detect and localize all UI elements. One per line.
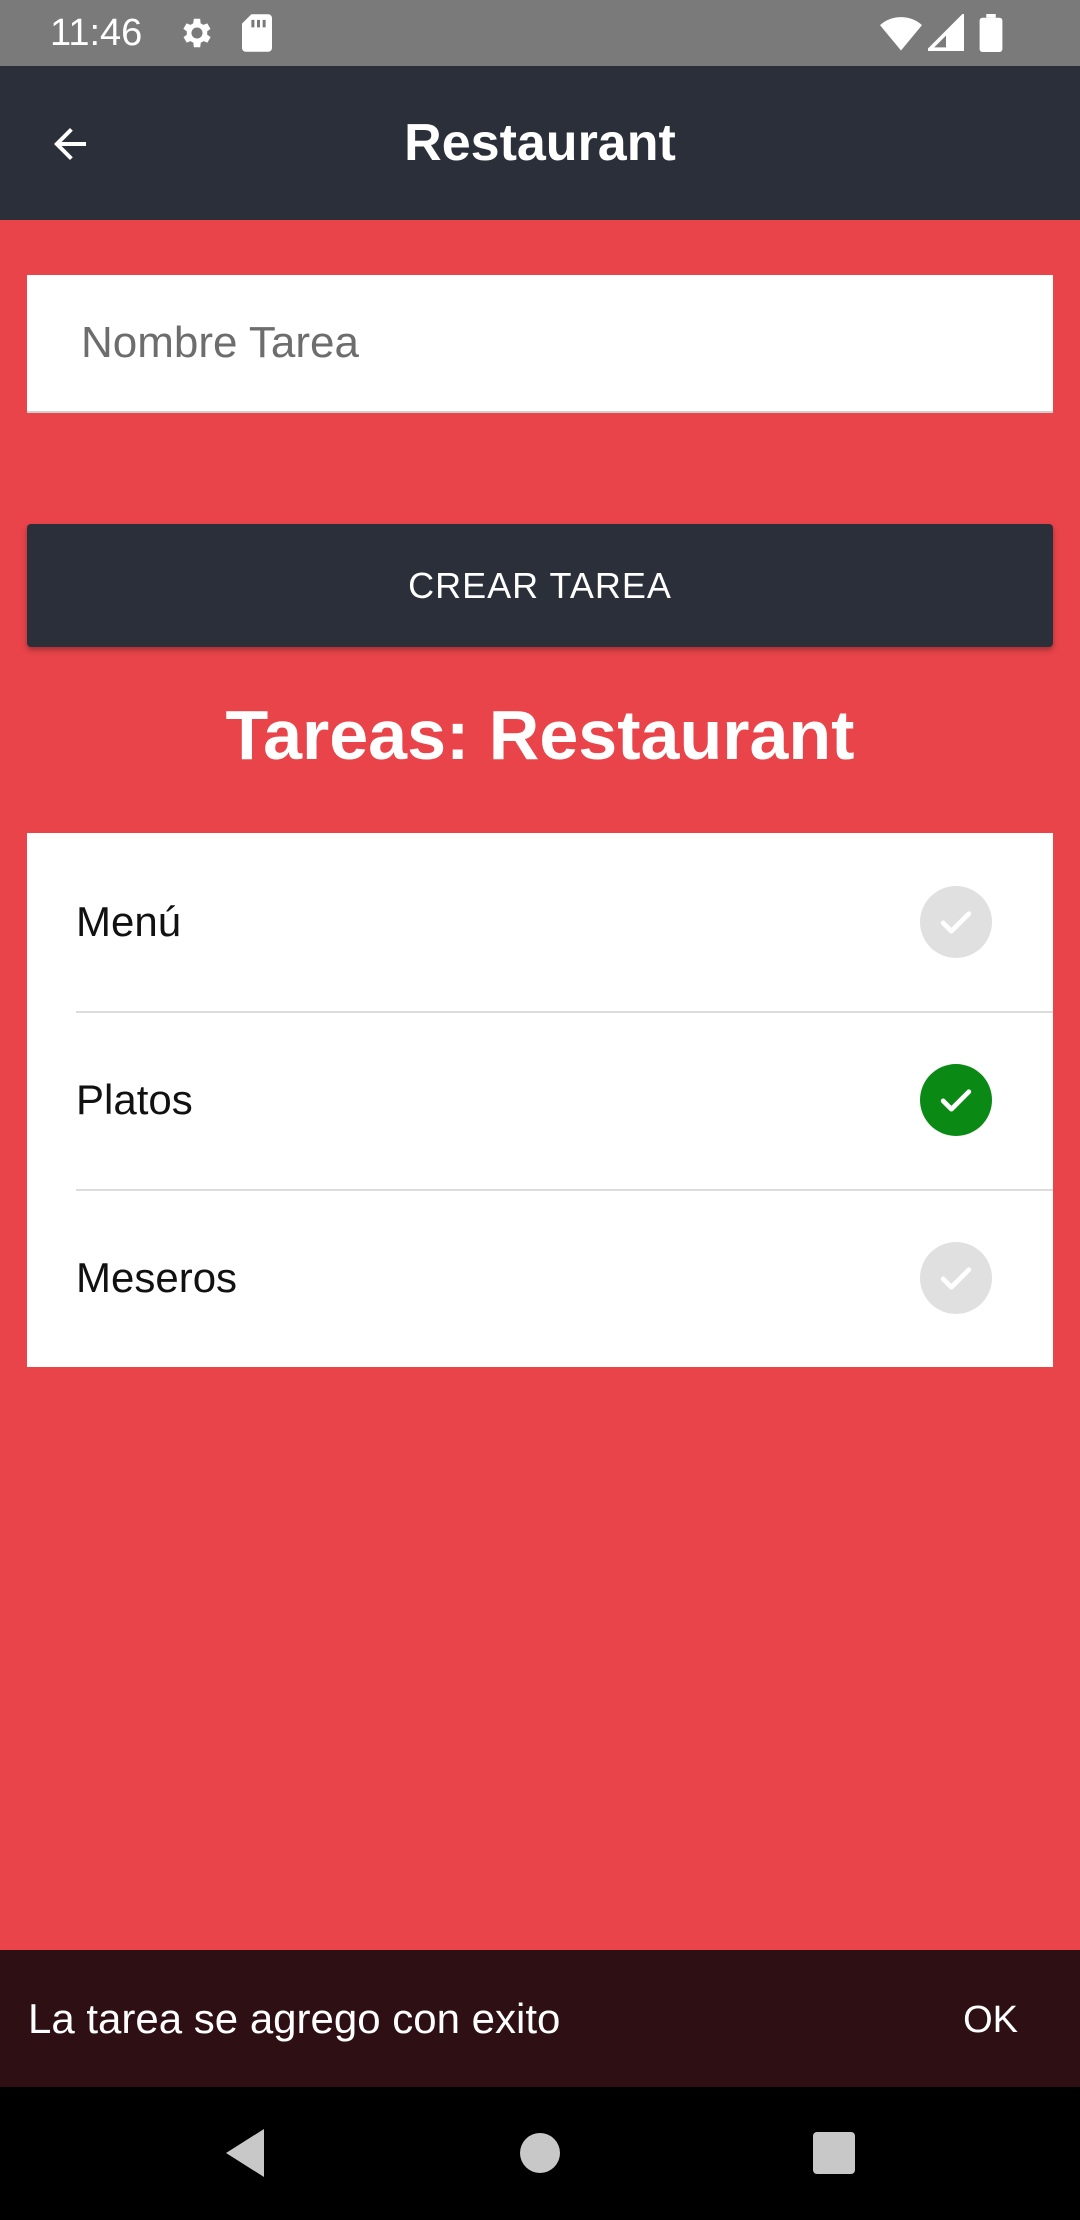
status-bar: 11:46 — [0, 0, 1080, 66]
check-circle-icon[interactable] — [920, 1242, 992, 1314]
snackbar: La tarea se agrego con exito OK — [0, 1950, 1080, 2087]
tasks-section-title: Tareas: Restaurant — [225, 696, 855, 774]
snackbar-ok-button[interactable]: OK — [957, 1984, 1024, 2054]
task-list: Menú Platos Meseros — [27, 833, 1053, 1367]
battery-icon — [978, 14, 1004, 57]
gear-icon — [178, 14, 216, 57]
task-name-input[interactable] — [27, 275, 1053, 411]
home-circle-icon[interactable] — [519, 2123, 579, 2188]
create-task-button[interactable]: CREAR TAREA — [27, 524, 1053, 647]
check-circle-icon[interactable] — [920, 886, 992, 958]
recents-square-icon[interactable] — [813, 2123, 873, 2188]
status-time: 11:46 — [50, 12, 143, 54]
wifi-icon — [880, 14, 922, 57]
signal-icon — [925, 12, 964, 57]
task-item-platos[interactable]: Platos — [27, 1011, 1053, 1189]
snackbar-message: La tarea se agrego con exito — [28, 1995, 561, 2042]
task-label: Meseros — [76, 1254, 238, 1301]
task-label: Menú — [76, 898, 182, 945]
app-title: Restaurant — [404, 114, 676, 172]
task-item-menu[interactable]: Menú — [27, 833, 1053, 1011]
system-nav-bar — [0, 2087, 1080, 2220]
task-label: Platos — [76, 1076, 193, 1123]
sd-card-icon — [242, 14, 272, 57]
task-item-meseros[interactable]: Meseros — [27, 1189, 1053, 1367]
check-circle-icon[interactable] — [920, 1064, 992, 1136]
back-triangle-icon[interactable] — [220, 2123, 270, 2188]
app-bar: Restaurant — [0, 66, 1080, 220]
task-name-field — [27, 275, 1053, 413]
